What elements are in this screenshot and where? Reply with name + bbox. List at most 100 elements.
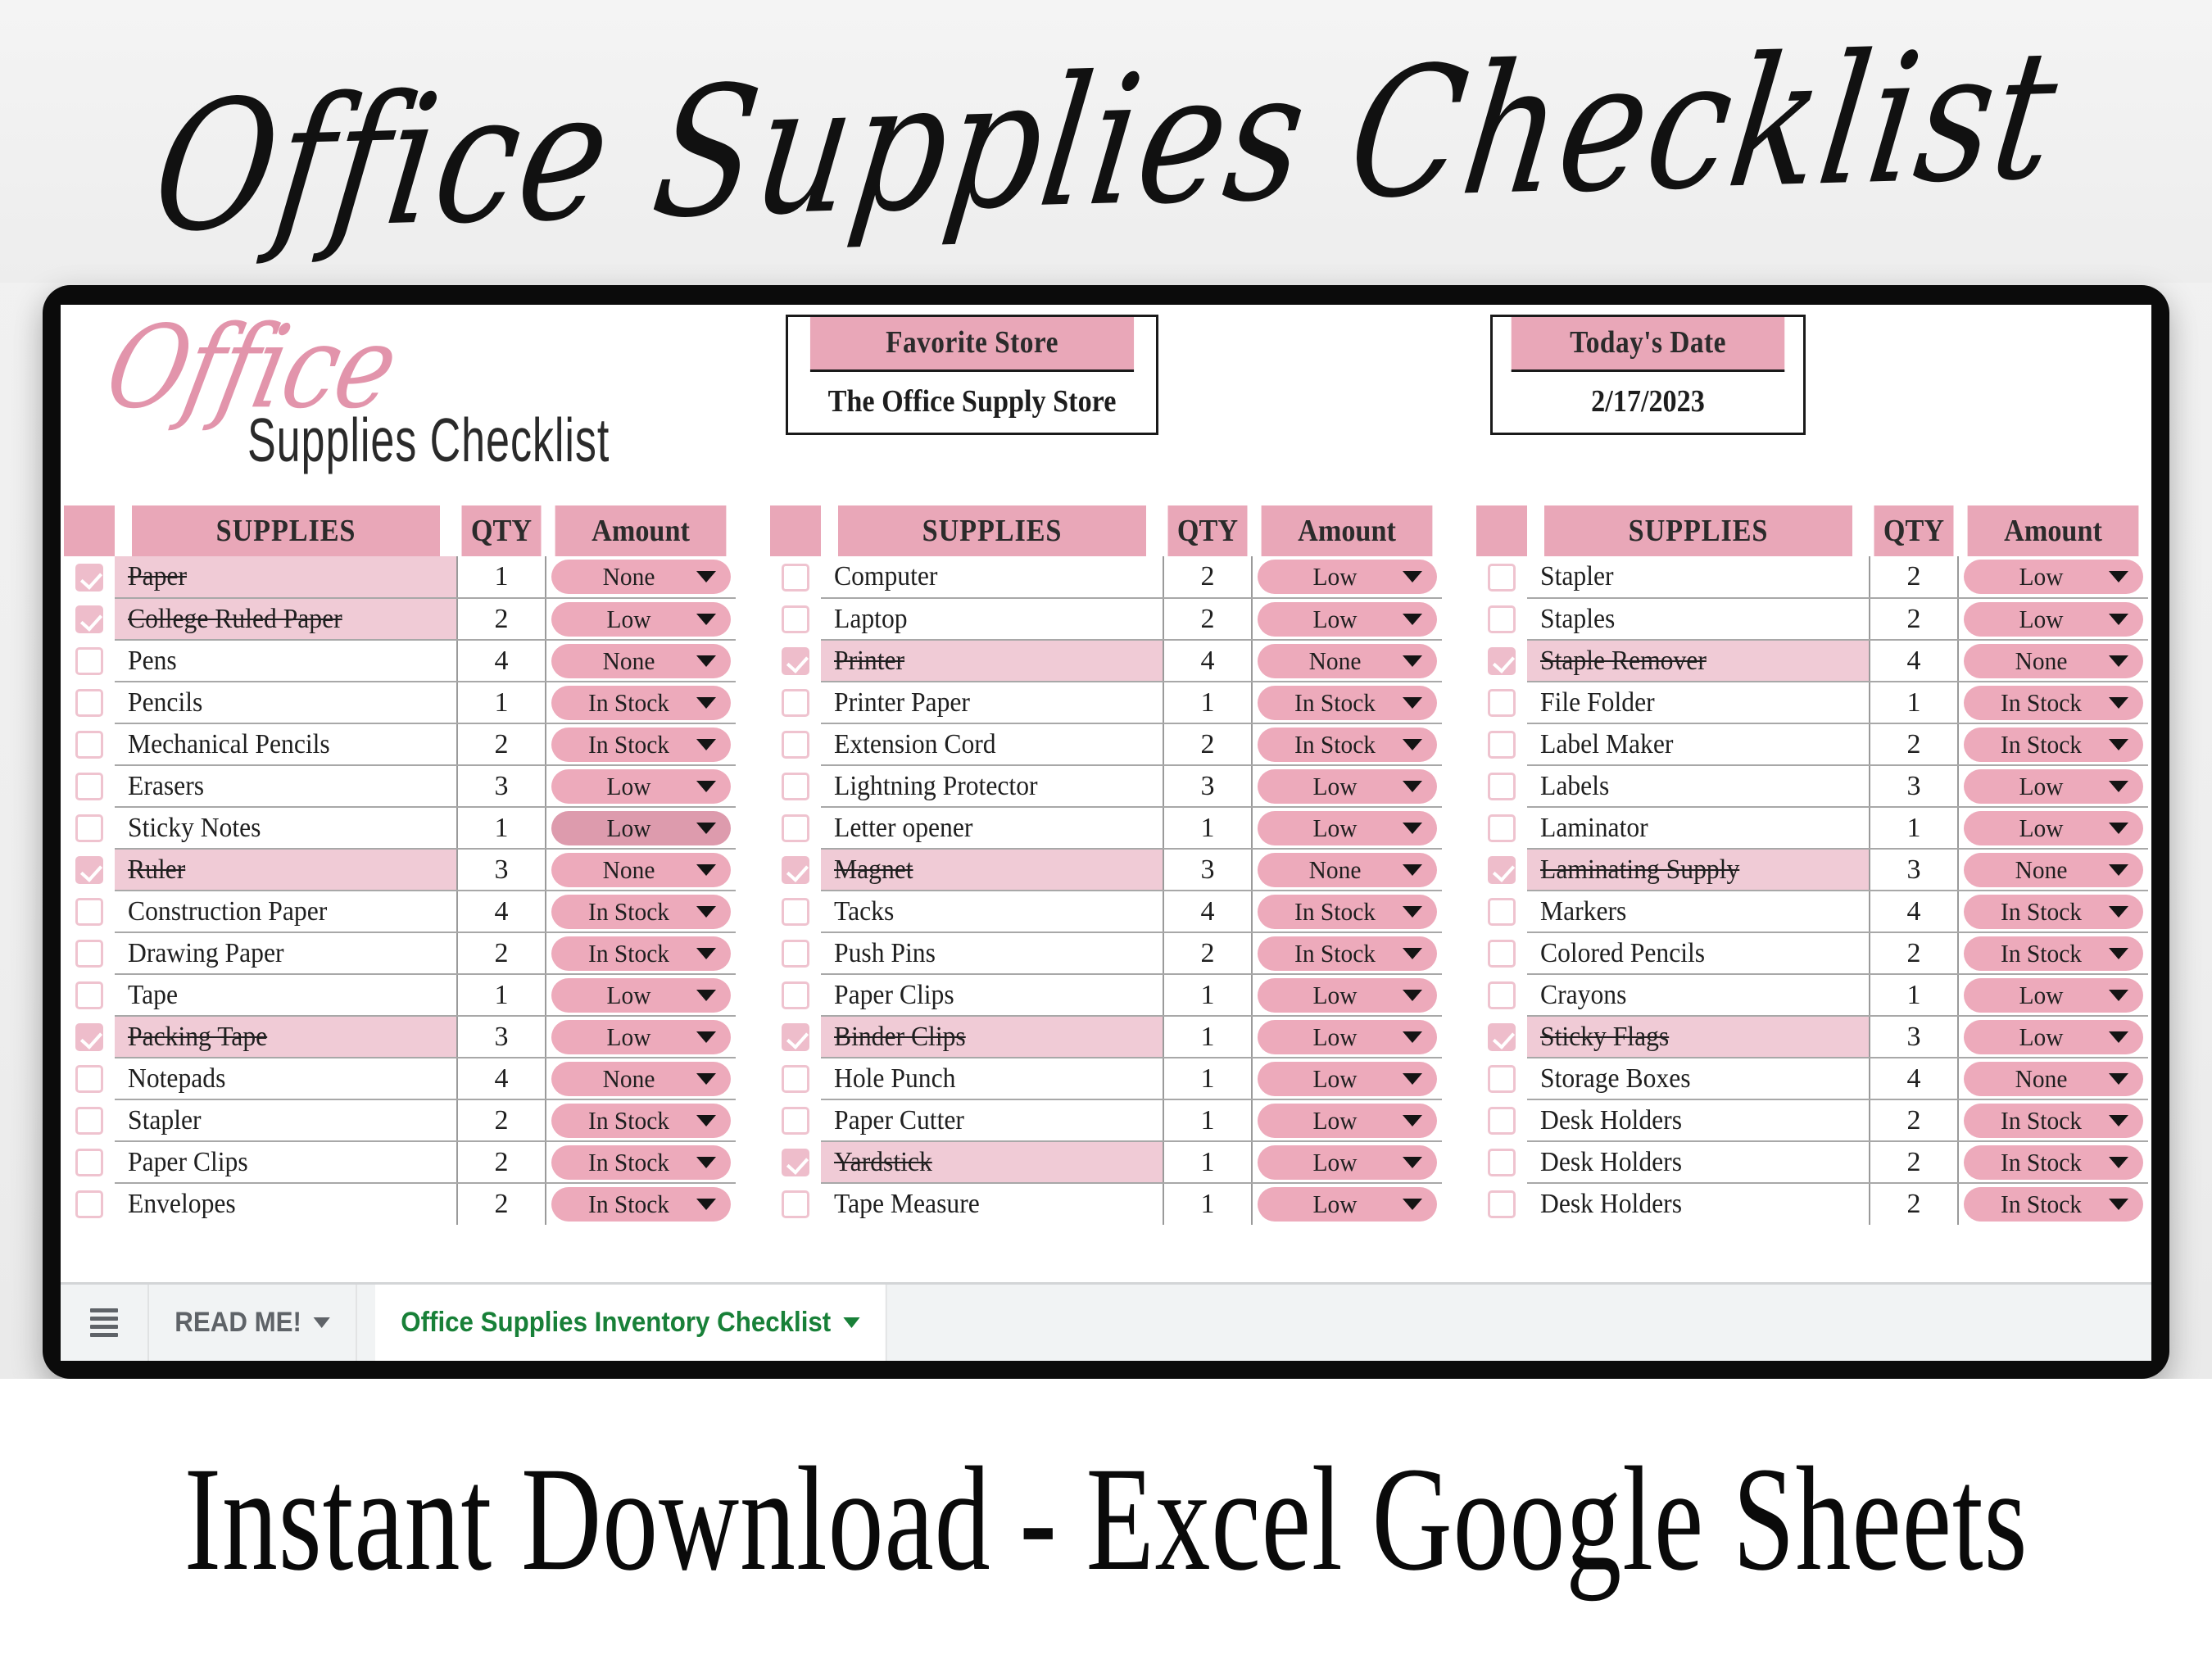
chevron-down-icon[interactable] (696, 863, 716, 876)
amount-cell[interactable]: In Stock (546, 1141, 736, 1184)
qty-cell[interactable]: 2 (1163, 932, 1253, 975)
amount-dropdown[interactable]: In Stock (1964, 936, 2143, 971)
amount-cell[interactable]: In Stock (546, 723, 736, 766)
checkbox-checked-icon[interactable] (782, 855, 809, 884)
supply-name-cell[interactable]: Laminating Supply (1527, 849, 1870, 891)
amount-dropdown[interactable]: Low (1258, 1187, 1437, 1222)
chevron-down-icon[interactable] (1403, 1156, 1422, 1168)
qty-cell[interactable]: 2 (1869, 932, 1959, 975)
amount-cell[interactable]: Low (1252, 1016, 1442, 1058)
chevron-down-icon[interactable] (1403, 1031, 1422, 1043)
chevron-down-icon[interactable] (2109, 989, 2128, 1001)
chevron-down-icon[interactable] (2109, 1199, 2128, 1210)
checkbox-unchecked-icon[interactable] (782, 897, 809, 926)
chevron-down-icon[interactable] (1403, 1114, 1422, 1126)
amount-dropdown[interactable]: In Stock (1258, 727, 1437, 762)
chevron-down-icon[interactable] (1403, 989, 1422, 1001)
amount-dropdown[interactable]: Low (1964, 810, 2143, 845)
amount-cell[interactable]: None (1958, 640, 2148, 682)
chevron-down-icon[interactable] (2109, 1031, 2128, 1043)
checkbox-checked-icon[interactable] (75, 605, 103, 633)
supply-name-cell[interactable]: Printer (821, 640, 1163, 682)
chevron-down-icon[interactable] (1403, 780, 1422, 792)
row-checkbox-cell[interactable] (64, 1141, 115, 1183)
qty-cell[interactable]: 2 (1163, 598, 1253, 641)
amount-dropdown[interactable]: Low (551, 1019, 731, 1054)
qty-cell[interactable]: 1 (1163, 1099, 1253, 1142)
qty-cell[interactable]: 3 (1163, 765, 1253, 808)
supply-name-cell[interactable]: Letter opener (821, 807, 1163, 850)
amount-cell[interactable]: None (546, 1058, 736, 1100)
chevron-down-icon[interactable] (696, 696, 716, 709)
amount-dropdown[interactable]: In Stock (1258, 685, 1437, 720)
qty-cell[interactable]: 1 (1163, 1183, 1253, 1225)
checkbox-unchecked-icon[interactable] (1488, 981, 1516, 1009)
chevron-down-icon[interactable] (1403, 571, 1422, 582)
chevron-down-icon[interactable] (1403, 905, 1422, 918)
checkbox-unchecked-icon[interactable] (1488, 1190, 1516, 1218)
qty-cell[interactable]: 1 (1163, 682, 1253, 724)
supply-name-cell[interactable]: Drawing Paper (115, 932, 457, 975)
checkbox-checked-icon[interactable] (782, 1148, 809, 1176)
checkbox-unchecked-icon[interactable] (75, 1148, 103, 1176)
row-checkbox-cell[interactable] (770, 974, 821, 1016)
amount-cell[interactable]: Low (1958, 1016, 2148, 1058)
qty-cell[interactable]: 2 (456, 1099, 546, 1142)
qty-cell[interactable]: 4 (456, 1058, 546, 1100)
supply-name-cell[interactable]: Paper Cutter (821, 1099, 1163, 1142)
checkbox-unchecked-icon[interactable] (75, 1106, 103, 1135)
checkbox-checked-icon[interactable] (1488, 646, 1516, 675)
row-checkbox-cell[interactable] (64, 765, 115, 807)
checkbox-checked-icon[interactable] (782, 1022, 809, 1051)
qty-cell[interactable]: 1 (1163, 1016, 1253, 1058)
chevron-down-icon[interactable] (2109, 613, 2128, 625)
qty-cell[interactable]: 1 (1869, 974, 1959, 1017)
amount-cell[interactable]: Low (546, 807, 736, 850)
qty-cell[interactable]: 3 (1869, 1016, 1959, 1058)
chevron-down-icon[interactable] (1403, 696, 1422, 709)
amount-dropdown[interactable]: In Stock (551, 1103, 731, 1138)
checkbox-unchecked-icon[interactable] (75, 1190, 103, 1218)
checkbox-checked-icon[interactable] (75, 855, 103, 884)
checkbox-unchecked-icon[interactable] (782, 939, 809, 968)
supply-name-cell[interactable]: Desk Holders (1527, 1099, 1870, 1142)
qty-cell[interactable]: 2 (1869, 598, 1959, 641)
row-checkbox-cell[interactable] (1476, 849, 1527, 891)
row-checkbox-cell[interactable] (770, 640, 821, 682)
row-checkbox-cell[interactable] (64, 1016, 115, 1058)
supply-name-cell[interactable]: Pencils (115, 682, 457, 724)
amount-dropdown[interactable]: Low (551, 768, 731, 804)
amount-cell[interactable]: In Stock (1252, 682, 1442, 724)
amount-cell[interactable]: Low (1252, 1183, 1442, 1225)
amount-dropdown[interactable]: Low (1258, 977, 1437, 1013)
chevron-down-icon[interactable] (2109, 822, 2128, 834)
checkbox-checked-icon[interactable] (782, 646, 809, 675)
chevron-down-icon[interactable] (313, 1317, 330, 1328)
amount-dropdown[interactable]: In Stock (1964, 685, 2143, 720)
row-checkbox-cell[interactable] (1476, 1183, 1527, 1225)
chevron-down-icon[interactable] (2109, 780, 2128, 792)
row-checkbox-cell[interactable] (770, 891, 821, 932)
qty-cell[interactable]: 1 (456, 974, 546, 1017)
sheet-tab-read-me[interactable]: READ ME! (149, 1285, 358, 1361)
chevron-down-icon[interactable] (2109, 1114, 2128, 1126)
chevron-down-icon[interactable] (696, 1031, 716, 1043)
row-checkbox-cell[interactable] (64, 891, 115, 932)
amount-cell[interactable]: In Stock (546, 932, 736, 975)
checkbox-unchecked-icon[interactable] (1488, 1064, 1516, 1093)
supply-name-cell[interactable]: File Folder (1527, 682, 1870, 724)
supply-name-cell[interactable]: Paper Clips (821, 974, 1163, 1017)
amount-dropdown[interactable]: Low (551, 810, 731, 845)
amount-dropdown[interactable]: In Stock (1258, 936, 1437, 971)
row-checkbox-cell[interactable] (770, 1099, 821, 1141)
chevron-down-icon[interactable] (2109, 571, 2128, 582)
row-checkbox-cell[interactable] (770, 556, 821, 598)
row-checkbox-cell[interactable] (64, 598, 115, 640)
checkbox-unchecked-icon[interactable] (782, 563, 809, 592)
amount-cell[interactable]: Low (1958, 765, 2148, 808)
row-checkbox-cell[interactable] (1476, 1016, 1527, 1058)
supply-name-cell[interactable]: Construction Paper (115, 891, 457, 933)
supply-name-cell[interactable]: Push Pins (821, 932, 1163, 975)
supply-name-cell[interactable]: Colored Pencils (1527, 932, 1870, 975)
checkbox-unchecked-icon[interactable] (1488, 730, 1516, 759)
